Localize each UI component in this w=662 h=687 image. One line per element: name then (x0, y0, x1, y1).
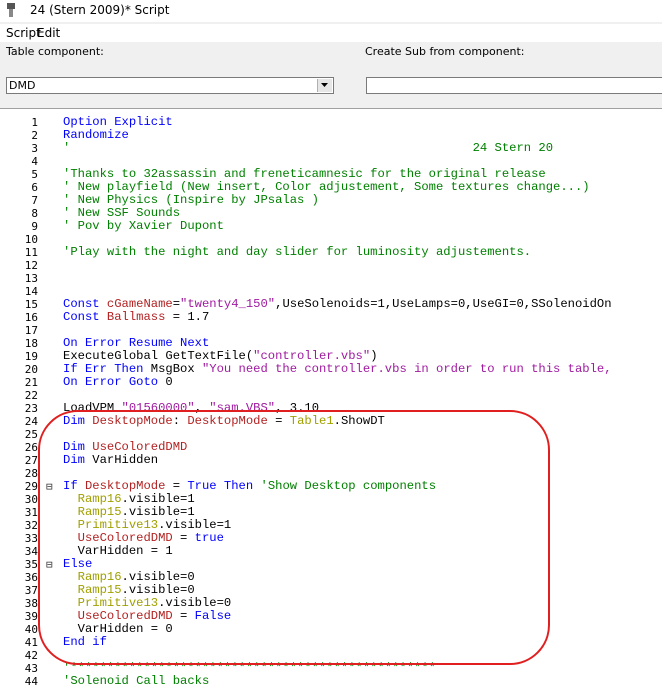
chevron-down-icon[interactable] (317, 79, 332, 92)
code-token: Const (63, 297, 107, 311)
code-token: "twenty4_150" (180, 297, 276, 311)
line-number: 27 (24, 454, 38, 467)
code-token: 'Play with the night and day slider for … (63, 245, 532, 259)
line-number: 10 (24, 233, 38, 246)
create-sub-label: Create Sub from component: (365, 45, 525, 58)
line-number: 24 (24, 415, 38, 428)
code-line[interactable]: Const Ballmass = 1.7 (63, 311, 209, 324)
code-token: On Error Resume Next (63, 336, 210, 350)
code-line[interactable]: On Error Goto 0 (63, 376, 173, 389)
line-number: 29 (24, 480, 38, 493)
menu-edit[interactable]: Edit (37, 26, 60, 40)
line-number: 19 (24, 350, 38, 363)
code-token: ' New SSF Sounds (63, 206, 181, 220)
line-number: 16 (24, 311, 38, 324)
line-number: 3 (31, 142, 38, 155)
create-sub-combo[interactable] (366, 77, 662, 94)
code-token: = (172, 297, 181, 311)
line-number: 35 (24, 558, 38, 571)
menu-bar: Script Edit (0, 24, 662, 42)
table-component-label: Table component: (6, 45, 104, 58)
line-number: 44 (24, 675, 38, 687)
code-token: ) (370, 349, 378, 363)
line-number: 12 (24, 259, 38, 272)
line-number: 31 (24, 506, 38, 519)
line-number: 6 (31, 181, 38, 194)
table-component-value: DMD (9, 79, 36, 92)
line-number: 22 (24, 389, 38, 402)
code-token: Ballmass (106, 310, 166, 324)
line-number: 34 (24, 545, 38, 558)
code-line[interactable]: ' 24 Stern 20 (63, 142, 553, 155)
line-number: 5 (31, 168, 38, 181)
line-number: 23 (24, 402, 38, 415)
line-number: 18 (24, 337, 38, 350)
line-number: 28 (24, 467, 38, 480)
table-component-combo[interactable]: DMD (6, 77, 334, 94)
code-token: ' Pov by Xavier Dupont (63, 219, 224, 233)
line-number: 8 (31, 207, 38, 220)
code-token: ,UseSolenoids=1,UseLamps=0,UseGI=0,SSole… (275, 297, 612, 311)
script-icon (7, 3, 15, 17)
code-token: ExecuteGlobal GetTextFile( (63, 349, 254, 363)
code-token: 'Solenoid Call backs (63, 674, 210, 687)
title-bar: 24 (Stern 2009)* Script (0, 0, 662, 22)
code-token: = 1.7 (165, 310, 210, 324)
code-token: Option Explicit (63, 115, 173, 129)
line-number: 20 (24, 363, 38, 376)
line-number: 9 (31, 220, 38, 233)
line-number: 26 (24, 441, 38, 454)
line-number: 11 (24, 246, 38, 259)
code-token: Const (63, 310, 107, 324)
code-token: 0 (165, 375, 173, 389)
line-number: 39 (24, 610, 38, 623)
code-line[interactable]: 'Solenoid Call backs (63, 675, 209, 687)
line-number: 33 (24, 532, 38, 545)
line-number: 7 (31, 194, 38, 207)
line-number: 1 (31, 116, 38, 129)
line-number: 4 (31, 155, 38, 168)
line-number: 32 (24, 519, 38, 532)
code-token: Randomize (63, 128, 129, 142)
code-token: "controller.vbs" (253, 349, 371, 363)
line-number: 30 (24, 493, 38, 506)
line-number: 40 (24, 623, 38, 636)
code-token: ' New playfield (New insert, Color adjus… (63, 180, 590, 194)
menu-script[interactable]: Script (6, 26, 41, 40)
line-number: 14 (24, 285, 38, 298)
code-line[interactable]: 'Play with the night and day slider for … (63, 246, 531, 259)
line-number: 21 (24, 376, 38, 389)
line-number: 17 (24, 324, 38, 337)
line-number: 43 (24, 662, 38, 675)
line-number: 37 (24, 584, 38, 597)
code-token: If Err Then (63, 362, 151, 376)
code-line[interactable]: ' Pov by Xavier Dupont (63, 220, 224, 233)
line-number: 13 (24, 272, 38, 285)
code-token: 'Thanks to 32assassin and freneticamnesi… (63, 167, 546, 181)
highlight-circle (38, 410, 550, 665)
window-title: 24 (Stern 2009)* Script (30, 3, 170, 17)
line-number: 38 (24, 597, 38, 610)
code-token: ' New Physics (Inspire by JPsalas ) (63, 193, 319, 207)
code-token: "You need the controller.vbs in order to… (201, 362, 612, 376)
line-number: 15 (24, 298, 38, 311)
code-token: ' 24 Stern 20 (63, 141, 554, 155)
code-token: MsgBox (150, 362, 202, 376)
code-token: On Error Goto (63, 375, 166, 389)
line-number: 42 (24, 649, 38, 662)
code-token: cGameName (106, 297, 173, 311)
line-number: 41 (24, 636, 38, 649)
line-number: 25 (24, 428, 38, 441)
line-number: 2 (31, 129, 38, 142)
line-number: 36 (24, 571, 38, 584)
